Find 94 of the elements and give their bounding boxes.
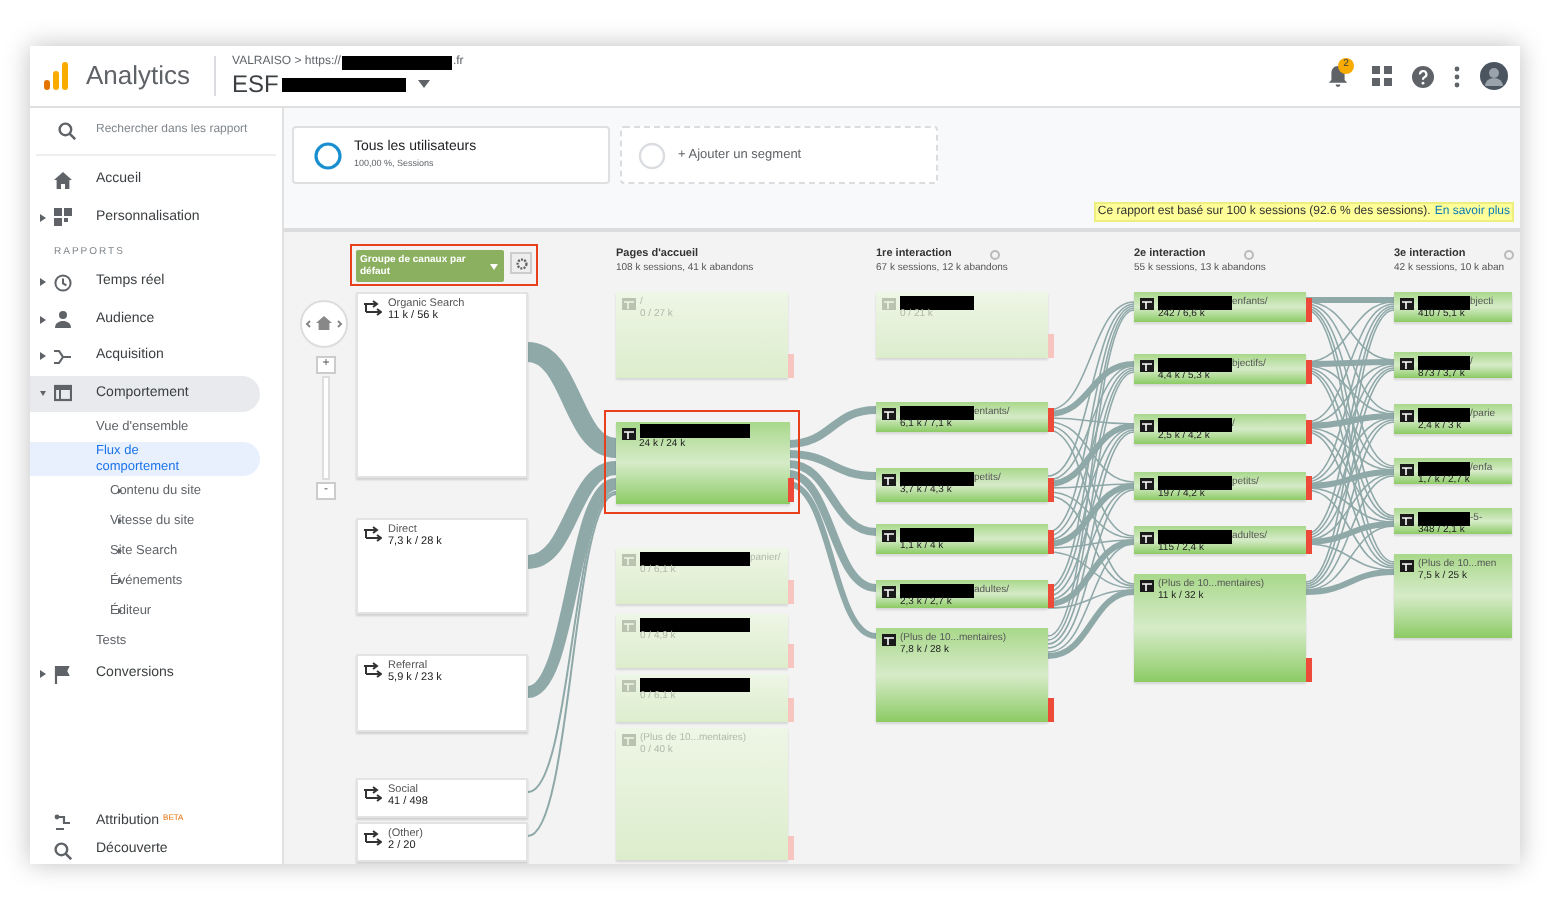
redaction-bar xyxy=(900,583,974,597)
dropoff-bar xyxy=(788,644,794,668)
dropoff-bar xyxy=(1306,420,1312,444)
page-icon xyxy=(1400,560,1414,572)
caret-icon xyxy=(418,80,431,88)
redaction-bar xyxy=(640,677,750,691)
dropoff-bar xyxy=(788,698,794,722)
branch-icon xyxy=(54,347,72,366)
ring-icon xyxy=(314,141,342,169)
redaction-bar xyxy=(1418,295,1470,309)
help-icon[interactable] xyxy=(1412,65,1434,87)
page-icon xyxy=(1400,514,1414,526)
flag-icon xyxy=(54,665,72,684)
page-icon xyxy=(622,680,636,692)
settings-button[interactable] xyxy=(510,252,532,274)
page-icon xyxy=(1140,478,1154,490)
dropoff-bar xyxy=(788,478,794,502)
redaction-bar xyxy=(1158,475,1232,489)
page-icon xyxy=(1140,580,1154,592)
dropoff-bar xyxy=(788,836,794,860)
pan-control-icon[interactable] xyxy=(300,300,348,348)
redaction-bar xyxy=(640,617,750,631)
page-icon xyxy=(622,298,636,310)
ring-icon xyxy=(638,141,666,169)
redaction-bar xyxy=(639,424,749,438)
redaction-bar xyxy=(1418,407,1470,421)
redaction-bar xyxy=(900,527,974,541)
page-icon xyxy=(1400,464,1414,476)
redaction-bar xyxy=(1418,461,1470,475)
apps-grid-icon[interactable] xyxy=(1372,66,1392,86)
dropoff-bar xyxy=(1048,478,1054,502)
property-selector[interactable]: ESF xyxy=(232,70,464,98)
page-icon xyxy=(882,530,896,542)
settings-icon xyxy=(515,257,527,269)
avatar-icon[interactable] xyxy=(1480,62,1508,90)
redaction-bar xyxy=(342,55,453,69)
page-icon xyxy=(1400,298,1414,310)
app-title: Analytics xyxy=(86,58,191,95)
redaction-bar xyxy=(640,551,750,565)
dropoff-bar xyxy=(1048,408,1054,432)
page-icon xyxy=(882,298,896,310)
redaction-bar xyxy=(1418,355,1470,369)
page-icon xyxy=(1140,360,1154,372)
double-arrow-icon xyxy=(364,526,382,542)
dropoff-bar xyxy=(1306,530,1312,554)
double-arrow-icon xyxy=(364,300,382,316)
analytics-logo-icon xyxy=(44,62,68,90)
redaction-bar xyxy=(1158,417,1232,431)
page-icon xyxy=(882,474,896,486)
double-arrow-icon xyxy=(364,830,382,846)
page-icon xyxy=(1140,420,1154,432)
redaction-bar xyxy=(282,77,407,91)
clock-icon xyxy=(54,273,72,292)
page-icon xyxy=(882,408,896,420)
page-icon xyxy=(622,620,636,632)
home-icon xyxy=(54,171,72,190)
redaction-bar xyxy=(900,295,974,309)
caret-down-icon xyxy=(40,389,46,397)
page-icon xyxy=(1140,532,1154,544)
search-icon xyxy=(58,122,76,140)
page-icon xyxy=(1140,298,1154,310)
route-icon xyxy=(54,813,72,831)
more-options-icon[interactable] xyxy=(1454,65,1460,87)
redaction-bar xyxy=(1418,511,1470,525)
redaction-bar xyxy=(1158,295,1232,309)
dashboard-icon xyxy=(54,208,72,227)
page-icon xyxy=(622,554,636,566)
dropoff-bar xyxy=(1048,334,1054,358)
dropoff-bar xyxy=(1048,584,1054,608)
dropoff-bar xyxy=(1306,360,1312,384)
search-icon xyxy=(54,841,72,859)
redaction-bar xyxy=(900,471,974,485)
window-icon xyxy=(54,384,72,403)
page-icon xyxy=(1400,410,1414,422)
dropoff-bar xyxy=(1306,658,1312,682)
person-icon xyxy=(54,310,72,329)
page-icon xyxy=(621,427,635,439)
dropoff-bar xyxy=(788,580,794,604)
caret-icon xyxy=(490,263,498,269)
property-name: ESF xyxy=(232,68,279,102)
page-icon xyxy=(1400,358,1414,370)
dropoff-bar xyxy=(1048,530,1054,554)
page-icon xyxy=(882,634,896,646)
dropoff-bar xyxy=(1306,476,1312,500)
redaction-bar xyxy=(900,405,974,419)
page-icon xyxy=(882,586,896,598)
page-icon xyxy=(622,734,636,746)
redaction-bar xyxy=(1158,529,1232,543)
dropoff-bar xyxy=(788,354,794,378)
dropoff-bar xyxy=(1048,698,1054,722)
double-arrow-icon xyxy=(364,786,382,802)
double-arrow-icon xyxy=(364,662,382,678)
dropoff-bar xyxy=(1306,298,1312,322)
redaction-bar xyxy=(1158,357,1232,371)
